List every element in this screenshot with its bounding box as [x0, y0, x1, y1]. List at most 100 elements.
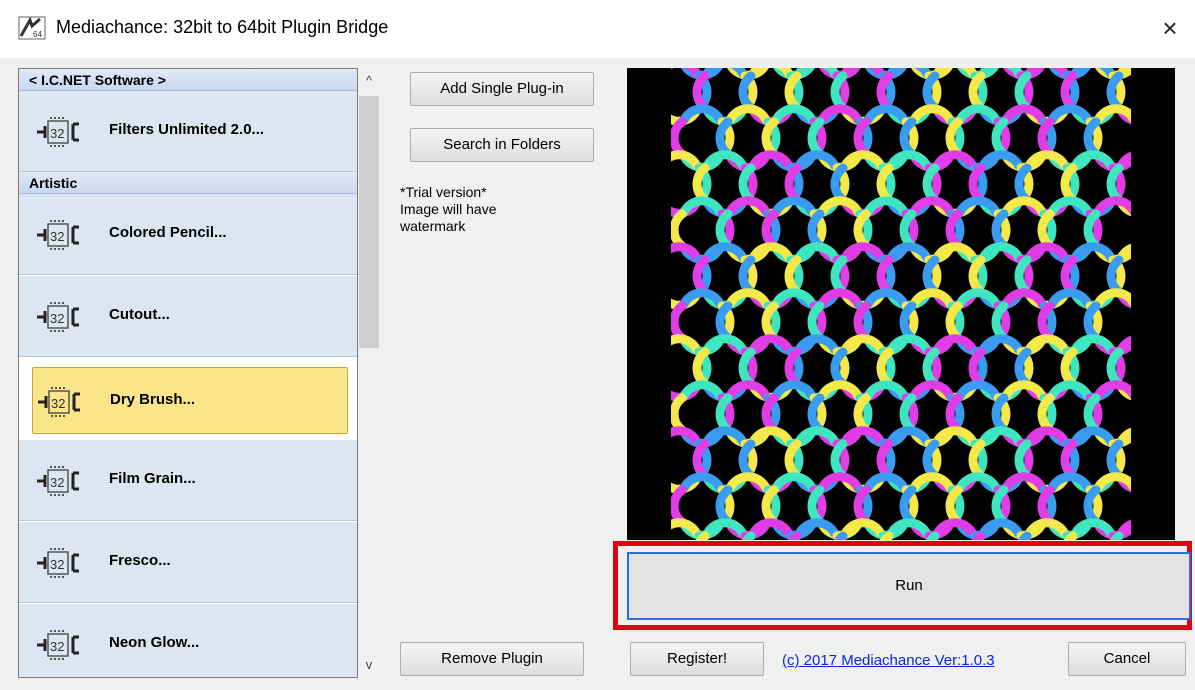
pattern-arc	[955, 472, 1001, 493]
list-item-dry-brush[interactable]: 32 Dry Brush...	[32, 367, 348, 434]
pattern-arc	[669, 393, 687, 435]
pattern-arc	[669, 301, 687, 343]
pattern-arc	[932, 518, 978, 539]
list-item-cutout[interactable]: 32 Cutout...	[19, 276, 357, 357]
pattern-arc	[702, 242, 748, 263]
pattern-arc	[1093, 196, 1139, 217]
search-in-folders-button[interactable]: Search in Folders	[410, 128, 594, 162]
run-button[interactable]: Run	[627, 552, 1191, 620]
pattern-arc	[840, 242, 886, 263]
pattern-arc	[679, 380, 725, 401]
scrollbar-thumb[interactable]	[359, 96, 379, 348]
pattern-arc	[771, 104, 817, 125]
pattern-arc	[702, 150, 748, 171]
pattern-arc	[817, 472, 863, 493]
pattern-arc	[1024, 242, 1070, 263]
plugin-label: Neon Glow...	[109, 634, 200, 651]
pattern-arc	[978, 242, 1024, 263]
pattern-arc	[1024, 68, 1070, 79]
plugin-label: Dry Brush...	[110, 391, 196, 408]
preview-side-bar	[1131, 68, 1175, 540]
pattern-arc	[863, 196, 909, 217]
pattern-arc	[748, 150, 794, 171]
pattern-arc	[702, 426, 748, 447]
pattern-arc	[1063, 531, 1078, 540]
pattern-arc	[932, 150, 978, 171]
pattern-arc	[787, 531, 802, 540]
cancel-button[interactable]: Cancel	[1068, 642, 1186, 676]
close-icon[interactable]: ×	[1155, 13, 1185, 43]
pattern-arc	[1093, 104, 1139, 125]
pattern-arc	[669, 209, 687, 251]
plugin-badge: 32	[50, 229, 64, 244]
pattern-arc	[863, 380, 909, 401]
pattern-arc	[863, 288, 909, 309]
pattern-arc	[886, 426, 932, 447]
copyright-version-link[interactable]: (c) 2017 Mediachance Ver:1.0.3	[782, 652, 995, 669]
pattern-arc	[794, 518, 840, 539]
pattern-arc	[748, 426, 794, 447]
plugin-badge: 32	[50, 475, 64, 490]
pattern-arc	[1001, 288, 1047, 309]
pattern-arc	[1093, 472, 1139, 493]
register-button[interactable]: Register!	[630, 642, 764, 676]
pattern-arc	[840, 334, 886, 355]
pattern-arc	[748, 518, 794, 539]
pattern-arc	[840, 518, 886, 539]
list-item-fresco[interactable]: 32 Fresco...	[19, 522, 357, 603]
plugin-list-scrollbar[interactable]: ^ v	[358, 68, 380, 678]
pattern-arc	[669, 117, 687, 159]
list-item-neon-glow[interactable]: 32 Neon Glow...	[19, 604, 357, 677]
pattern-arc	[679, 104, 725, 125]
pattern-arc	[794, 242, 840, 263]
trial-line: *Trial version*	[400, 184, 487, 200]
pattern-arc	[794, 150, 840, 171]
pattern-arc	[1047, 472, 1093, 493]
pattern-arc	[679, 196, 725, 217]
pattern-arc	[794, 68, 840, 79]
pattern-arc	[1017, 531, 1032, 540]
32bit-plugin-chip-icon: 32	[37, 220, 79, 250]
remove-plugin-button[interactable]: Remove Plugin	[400, 642, 584, 676]
scroll-down-icon[interactable]: v	[358, 654, 380, 676]
pattern-arc	[978, 334, 1024, 355]
pattern-arc	[833, 531, 848, 540]
pattern-arc	[1024, 518, 1070, 539]
pattern-arc	[679, 472, 725, 493]
pattern-arc	[1001, 472, 1047, 493]
pattern-arc	[1070, 518, 1116, 539]
pattern-arc	[909, 380, 955, 401]
plugin-label: Film Grain...	[109, 470, 196, 487]
pattern-arc	[971, 531, 986, 540]
pattern-arc	[978, 150, 1024, 171]
pattern-arc	[978, 68, 1024, 79]
pattern-arc	[817, 380, 863, 401]
32bit-plugin-chip-icon: 32	[37, 117, 79, 147]
scroll-up-icon[interactable]: ^	[358, 70, 380, 92]
list-item-filters-unlimited[interactable]: 32 Filters Unlimited 2.0...	[19, 91, 357, 172]
plugin-list[interactable]: < I.C.NET Software > 32 Filters Unlimite…	[18, 68, 358, 678]
pattern-arc	[955, 288, 1001, 309]
list-item-colored-pencil[interactable]: 32 Colored Pencil...	[19, 194, 357, 275]
trial-notice: *Trial version* Image will have watermar…	[400, 184, 580, 235]
pattern-arc	[817, 104, 863, 125]
pattern-arc	[978, 518, 1024, 539]
pattern-arc	[863, 472, 909, 493]
pattern-arc	[932, 426, 978, 447]
svg-text:64: 64	[33, 30, 42, 39]
pattern-arc	[886, 242, 932, 263]
pattern-arc	[1047, 288, 1093, 309]
list-item-film-grain[interactable]: 32 Film Grain...	[19, 440, 357, 521]
plugin-badge: 32	[50, 557, 64, 572]
pattern-arc	[1047, 380, 1093, 401]
pattern-arc	[840, 68, 886, 79]
pattern-arc	[1070, 334, 1116, 355]
add-single-plugin-button[interactable]: Add Single Plug-in	[410, 72, 594, 106]
preview-side-bar	[627, 68, 671, 540]
pattern-arc	[909, 104, 955, 125]
plugin-label: Filters Unlimited 2.0...	[109, 121, 265, 138]
pattern-arc	[1024, 150, 1070, 171]
pattern-arc	[817, 288, 863, 309]
pattern-arc	[955, 380, 1001, 401]
plugin-badge: 32	[51, 396, 65, 411]
